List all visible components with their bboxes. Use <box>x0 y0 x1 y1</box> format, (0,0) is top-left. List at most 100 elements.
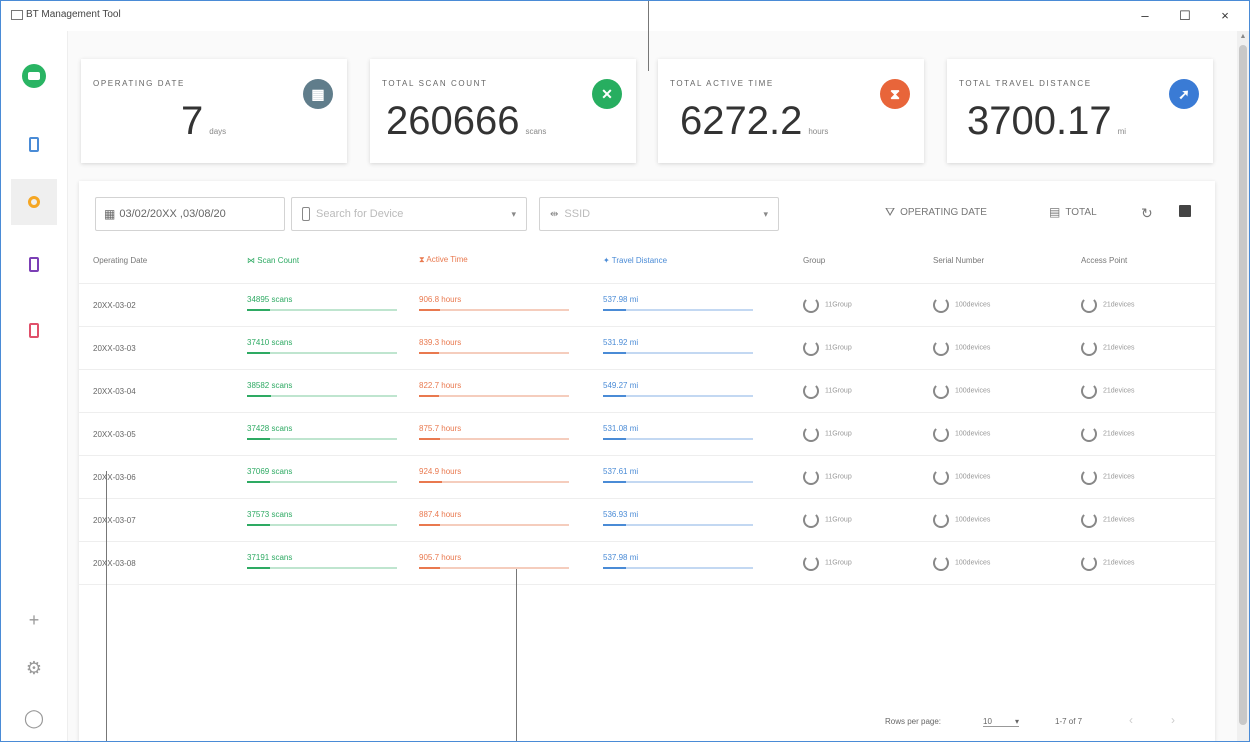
operating-date-card: OPERATING DATE 7 days ▦ <box>81 59 347 163</box>
header-travel-distance[interactable]: ✦ Travel Distance <box>589 237 789 284</box>
card-label: TOTAL SCAN COUNT <box>382 79 488 88</box>
scan-count-metric-bar <box>247 438 397 440</box>
loading-icon <box>1081 426 1097 442</box>
refresh-icon: ↻ <box>1141 205 1153 221</box>
scan-count-metric-bar <box>247 567 397 569</box>
scan-count-metric: 37410 scans <box>247 338 397 358</box>
close-button[interactable]: × <box>1207 5 1243 27</box>
table-row[interactable]: 20XX-03-04 38582 scans 822.7 hours 549.27 m… <box>79 369 1215 413</box>
total-button[interactable]: ▤ TOTAL <box>1049 205 1097 219</box>
loading-icon <box>1081 469 1097 485</box>
header-serial-number[interactable]: Serial Number <box>919 237 1067 284</box>
cell-ap: 21devices <box>1067 498 1215 542</box>
cell-ap: 21devices <box>1067 455 1215 499</box>
scan-count-metric-bar-fill <box>247 524 270 526</box>
refresh-button[interactable]: ↻ <box>1141 205 1153 222</box>
walk-icon: ➚ <box>1169 79 1199 109</box>
group-value: 11Group <box>825 559 852 567</box>
access-point-value: 21devices <box>1103 301 1135 309</box>
info-icon[interactable]: ◯ <box>11 703 57 733</box>
scrollbar-thumb[interactable] <box>1239 45 1247 725</box>
cell-serial: 100devices <box>919 369 1067 413</box>
ssid-select[interactable]: ⇹ SSID ▾ <box>539 197 779 231</box>
settings-icon[interactable]: ⚙ <box>11 653 57 683</box>
cell-serial: 100devices <box>919 283 1067 327</box>
header-active-time[interactable]: ⧗ Active Time <box>405 237 589 284</box>
minimize-button[interactable]: – <box>1127 5 1163 27</box>
loading-icon <box>933 512 949 528</box>
guide-line <box>106 471 107 741</box>
header-access-point[interactable]: Access Point <box>1067 237 1215 284</box>
scan-count-metric-bar <box>247 309 397 311</box>
sidebar-item-alerts[interactable] <box>11 307 57 353</box>
scan-count-metric-bar <box>247 481 397 483</box>
rows-per-page-select[interactable]: 10 ▾ <box>983 717 1019 727</box>
active-time-metric-bar-fill <box>419 395 439 397</box>
sidebar-item-dashboard[interactable] <box>11 179 57 225</box>
cell-date: 20XX-03-07 <box>79 498 233 542</box>
cell-group: 11Group <box>789 498 919 542</box>
cell-ap: 21devices <box>1067 412 1215 456</box>
cell-serial: 100devices <box>919 412 1067 456</box>
sidebar: + ⚙ ◯ <box>1 31 68 741</box>
add-icon[interactable]: + <box>11 605 57 635</box>
active-time-card: TOTAL ACTIVE TIME 6272.2 hours ⧗ <box>658 59 924 163</box>
table-row[interactable]: 20XX-03-07 37573 scans 887.4 hours 536.93 m… <box>79 498 1215 542</box>
cell-travel: 537.61 mi <box>589 455 789 499</box>
table-icon: ▤ <box>1049 205 1061 219</box>
page-range: 1-7 of 7 <box>1055 717 1083 726</box>
travel-distance-metric-bar-fill <box>603 352 626 354</box>
travel-distance-metric: 531.92 mi <box>603 338 753 358</box>
operating-date-filter-button[interactable]: ⛛ OPERATING DATE <box>885 205 987 220</box>
chevron-down-icon: ▾ <box>511 208 516 219</box>
header-group[interactable]: Group <box>789 237 919 284</box>
travel-distance-metric: 536.93 mi <box>603 510 753 530</box>
app-icon <box>11 10 23 20</box>
wifi-icon: ⇹ <box>550 208 559 220</box>
scan-count-metric-bar <box>247 395 397 397</box>
chevron-down-icon: ▾ <box>763 208 768 219</box>
cell-scan: 37069 scans <box>233 455 405 499</box>
table-row[interactable]: 20XX-03-03 37410 scans 839.3 hours 531.92 m… <box>79 326 1215 370</box>
scanner-icon <box>29 256 39 272</box>
cell-travel: 531.92 mi <box>589 326 789 370</box>
loading-icon <box>803 383 819 399</box>
loading-icon <box>1081 555 1097 571</box>
table-row[interactable]: 20XX-03-06 37069 scans 924.9 hours 537.61 m… <box>79 455 1215 499</box>
vertical-scrollbar[interactable]: ▲ <box>1237 31 1249 741</box>
cell-date: 20XX-03-03 <box>79 326 233 370</box>
table-row[interactable]: 20XX-03-08 37191 scans 905.7 hours 537.98 m… <box>79 541 1215 585</box>
cell-scan: 37428 scans <box>233 412 405 456</box>
date-range-value: 03/02/20XX ,03/08/20 <box>119 208 226 220</box>
loading-icon <box>933 297 949 313</box>
logo-icon <box>22 64 46 88</box>
cell-serial: 100devices <box>919 326 1067 370</box>
serial-value: 100devices <box>955 430 991 438</box>
table-row[interactable]: 20XX-03-02 34895 scans 906.8 hours 537.98 m… <box>79 283 1215 327</box>
header-scan-count[interactable]: ⋈ Scan Count <box>233 237 405 284</box>
loading-icon <box>803 340 819 356</box>
calendar-icon: ▦ <box>303 79 333 109</box>
sidebar-item-devices[interactable] <box>11 121 57 167</box>
scroll-up-icon[interactable]: ▲ <box>1239 33 1247 40</box>
next-page-button[interactable]: › <box>1171 713 1175 727</box>
serial-value: 100devices <box>955 301 991 309</box>
header-operating-date[interactable]: Operating Date <box>79 237 233 284</box>
sidebar-item-scanners[interactable] <box>11 241 57 287</box>
active-time-metric-bar-fill <box>419 481 442 483</box>
save-button[interactable] <box>1179 205 1191 217</box>
active-time-metric-bar <box>419 524 569 526</box>
save-icon <box>1179 205 1191 217</box>
active-time-metric: 887.4 hours <box>419 510 569 530</box>
travel-distance-metric-bar <box>603 395 753 397</box>
total-label: TOTAL <box>1065 206 1097 218</box>
loading-icon <box>933 555 949 571</box>
maximize-button[interactable]: ☐ <box>1167 5 1203 27</box>
date-range-picker[interactable]: ▦ 03/02/20XX ,03/08/20 <box>95 197 285 231</box>
app-logo[interactable] <box>11 53 57 99</box>
prev-page-button[interactable]: ‹ <box>1129 713 1133 727</box>
cell-date: 20XX-03-08 <box>79 541 233 585</box>
table-row[interactable]: 20XX-03-05 37428 scans 875.7 hours 531.08 m… <box>79 412 1215 456</box>
device-search-select[interactable]: Search for Device ▾ <box>291 197 527 231</box>
card-label: TOTAL TRAVEL DISTANCE <box>959 79 1092 88</box>
